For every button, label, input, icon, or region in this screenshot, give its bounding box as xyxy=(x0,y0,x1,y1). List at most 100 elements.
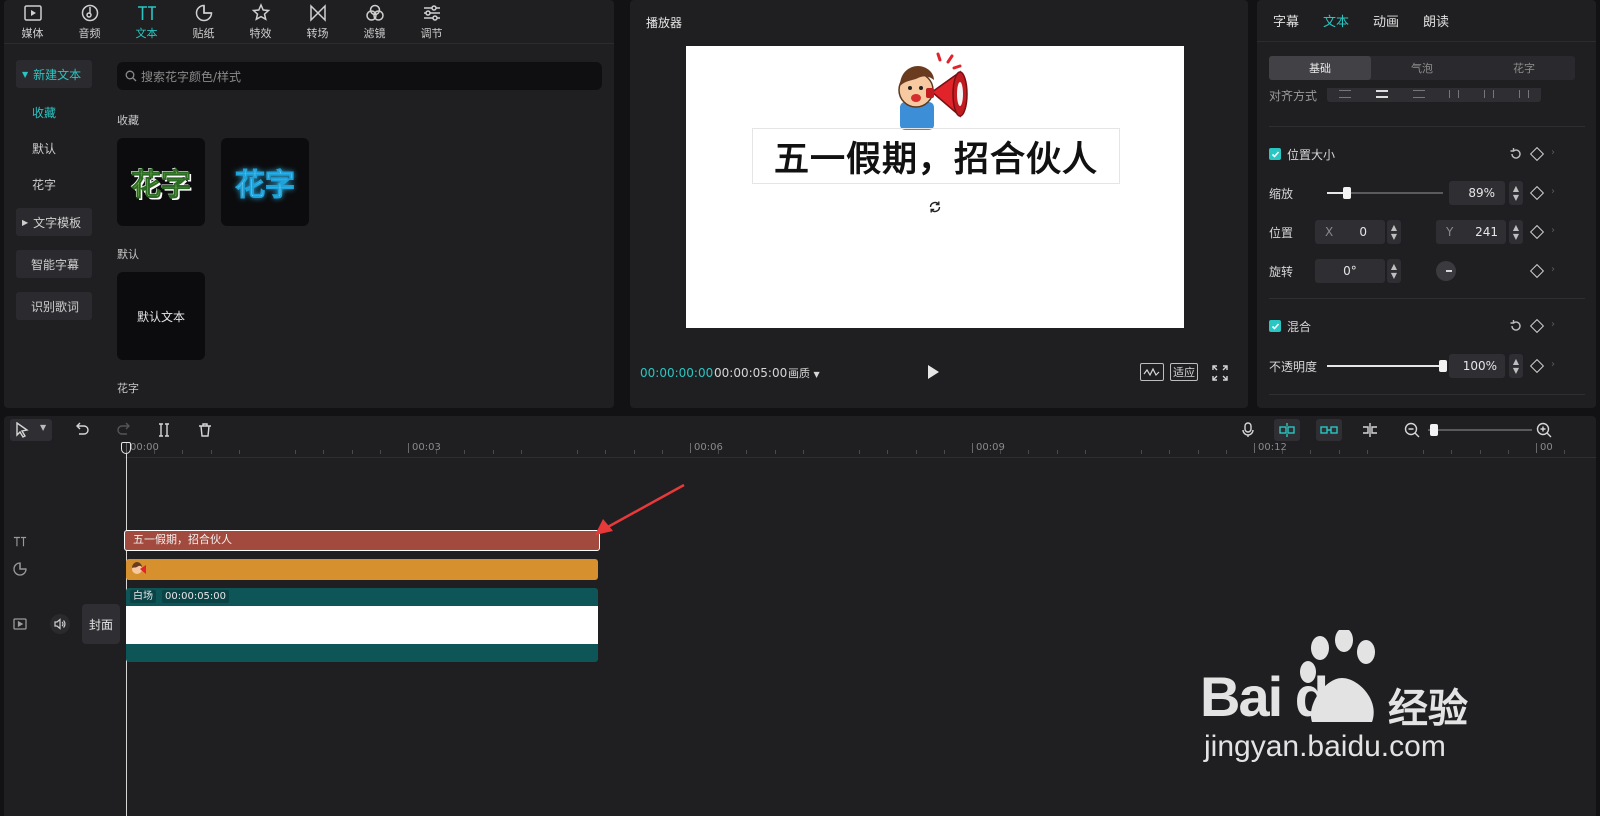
default-text-preview: 默认文本 xyxy=(136,309,185,324)
fancy-text-tile-blue[interactable]: 花字 xyxy=(221,138,309,226)
tab-animation[interactable]: 动画 xyxy=(1373,11,1399,30)
ruler-minor-tick xyxy=(1225,450,1227,454)
position-x-input[interactable]: X 0 xyxy=(1315,220,1385,244)
chevron-right-icon[interactable]: › xyxy=(1551,359,1555,370)
rotation-input[interactable]: 0° xyxy=(1315,259,1385,283)
align-vertical-center-icon[interactable] xyxy=(1483,90,1494,98)
sidebar-text-template[interactable]: ▶ 文字模板 xyxy=(16,208,92,236)
tab-subtitle[interactable]: 字幕 xyxy=(1273,11,1299,30)
tool-effects[interactable]: 特效 xyxy=(232,0,289,44)
keyframe-diamond-icon[interactable] xyxy=(1529,263,1545,279)
fancy-text-tile-green[interactable]: 花字 xyxy=(117,138,205,226)
position-y-input[interactable]: Y 241 xyxy=(1436,220,1506,244)
keyframe-diamond-icon[interactable] xyxy=(1529,224,1545,240)
align-left-icon[interactable] xyxy=(1339,90,1352,98)
megaphone-sticker[interactable] xyxy=(892,52,984,132)
tab-read-aloud[interactable]: 朗读 xyxy=(1423,11,1449,30)
tool-filter[interactable]: 滤镜 xyxy=(346,0,403,44)
mute-button[interactable] xyxy=(50,614,70,634)
rotation-stepper[interactable]: ▲ ▼ xyxy=(1387,259,1401,283)
select-tool-button[interactable]: ▼ xyxy=(10,419,52,441)
align-right-icon[interactable] xyxy=(1412,90,1425,98)
default-text-tile[interactable]: 默认文本 xyxy=(117,272,205,360)
align-center-icon[interactable] xyxy=(1375,90,1388,98)
chevron-right-icon[interactable]: › xyxy=(1551,186,1555,197)
rotation-dial[interactable] xyxy=(1436,261,1456,281)
search-input[interactable]: 搜索花字颜色/样式 xyxy=(117,62,602,90)
microphone-icon[interactable] xyxy=(1240,422,1256,438)
sticker-clip[interactable] xyxy=(126,559,598,580)
ruler-minor-tick xyxy=(1366,450,1368,454)
canvas-text-box[interactable]: 五一假期，招合伙人 xyxy=(752,128,1120,184)
sidebar-lyrics[interactable]: 识别歌词 xyxy=(16,292,92,320)
opacity-input[interactable]: 100% xyxy=(1449,354,1505,378)
reset-icon[interactable] xyxy=(1509,147,1523,161)
align-vertical-top-icon[interactable] xyxy=(1449,90,1460,98)
split-icon[interactable] xyxy=(156,422,172,438)
opacity-slider-knob[interactable] xyxy=(1439,360,1447,372)
opacity-value: 100% xyxy=(1462,359,1497,373)
tab-text[interactable]: 文本 xyxy=(1323,11,1349,30)
video-clip[interactable]: 白场 00:00:05:00 xyxy=(126,588,598,662)
linkage-icon[interactable] xyxy=(1362,422,1378,438)
main-track-magnet-button[interactable] xyxy=(1274,419,1300,441)
chevron-right-icon[interactable]: › xyxy=(1551,264,1555,275)
chevron-right-icon[interactable]: › xyxy=(1551,225,1555,236)
position-size-checkbox[interactable] xyxy=(1269,148,1281,160)
keyframe-diamond-icon[interactable] xyxy=(1529,318,1545,334)
rotate-handle-icon[interactable] xyxy=(928,200,942,214)
position-x-stepper[interactable]: ▲ ▼ xyxy=(1387,220,1401,244)
sidebar-new-text[interactable]: ▼ 新建文本 xyxy=(16,60,92,88)
tool-media[interactable]: 媒体 xyxy=(4,0,61,44)
fullscreen-icon[interactable] xyxy=(1212,365,1228,381)
redo-icon[interactable] xyxy=(116,422,132,438)
time-ruler[interactable]: 00:00 00:03 00:06 00:09 00:12 00 xyxy=(124,442,1596,458)
ruler-minor-tick xyxy=(1338,450,1340,454)
zoom-slider-track[interactable] xyxy=(1428,429,1532,431)
library-panel: 媒体 音频 文本 贴纸 特效 转场 滤镜 调节 ▼ 新建文本 收藏 默认 花字 … xyxy=(4,0,614,408)
chevron-right-icon[interactable]: › xyxy=(1551,147,1555,158)
waveform-button[interactable] xyxy=(1140,363,1164,381)
tool-transition[interactable]: 转场 xyxy=(289,0,346,44)
align-vertical-bottom-icon[interactable] xyxy=(1518,90,1529,98)
keyframe-diamond-icon[interactable] xyxy=(1529,358,1545,374)
sidebar-favorites[interactable]: 收藏 xyxy=(16,98,92,126)
blend-title: 混合 xyxy=(1287,319,1312,334)
sticker-track-icon xyxy=(13,562,27,576)
position-y-stepper[interactable]: ▲ ▼ xyxy=(1509,220,1523,244)
auto-snap-button[interactable] xyxy=(1316,419,1342,441)
sidebar-default[interactable]: 默认 xyxy=(16,134,92,162)
sidebar-smart-caption[interactable]: 智能字幕 xyxy=(16,250,92,278)
opacity-stepper[interactable]: ▲ ▼ xyxy=(1509,354,1523,378)
scale-input[interactable]: 89% xyxy=(1449,181,1505,205)
quality-dropdown[interactable]: 画质 ▼ xyxy=(788,365,820,381)
tool-text-label: 文本 xyxy=(135,27,158,40)
undo-icon[interactable] xyxy=(74,422,90,438)
keyframe-diamond-icon[interactable] xyxy=(1529,146,1545,162)
cover-button[interactable]: 封面 xyxy=(82,604,120,644)
blend-checkbox[interactable] xyxy=(1269,320,1281,332)
tool-adjust[interactable]: 调节 xyxy=(403,0,460,44)
sidebar-fancy[interactable]: 花字 xyxy=(16,170,92,198)
zoom-out-icon[interactable] xyxy=(1404,422,1420,438)
subtab-bubble[interactable]: 气泡 xyxy=(1371,56,1473,80)
scale-stepper[interactable]: ▲ ▼ xyxy=(1509,181,1523,205)
keyframe-diamond-icon[interactable] xyxy=(1529,185,1545,201)
chevron-right-icon[interactable]: › xyxy=(1551,319,1555,330)
subtab-fancy[interactable]: 花字 xyxy=(1473,56,1575,80)
scale-slider-knob[interactable] xyxy=(1343,187,1351,199)
sidebar-smart-caption-label: 智能字幕 xyxy=(31,257,80,272)
reset-icon[interactable] xyxy=(1509,319,1523,333)
preview-canvas[interactable]: 五一假期，招合伙人 xyxy=(686,46,1184,328)
zoom-in-icon[interactable] xyxy=(1536,422,1552,438)
tool-text[interactable]: 文本 xyxy=(118,0,175,44)
zoom-slider-knob[interactable] xyxy=(1430,424,1438,436)
fit-button[interactable]: 适应 xyxy=(1170,363,1198,381)
text-clip[interactable]: 五一假期，招合伙人 xyxy=(124,530,600,551)
tool-sticker[interactable]: 贴纸 xyxy=(175,0,232,44)
playhead-handle[interactable] xyxy=(121,442,131,454)
tool-audio[interactable]: 音频 xyxy=(61,0,118,44)
subtab-basic[interactable]: 基础 xyxy=(1269,56,1371,80)
play-icon[interactable] xyxy=(926,364,940,380)
delete-icon[interactable] xyxy=(197,422,213,438)
